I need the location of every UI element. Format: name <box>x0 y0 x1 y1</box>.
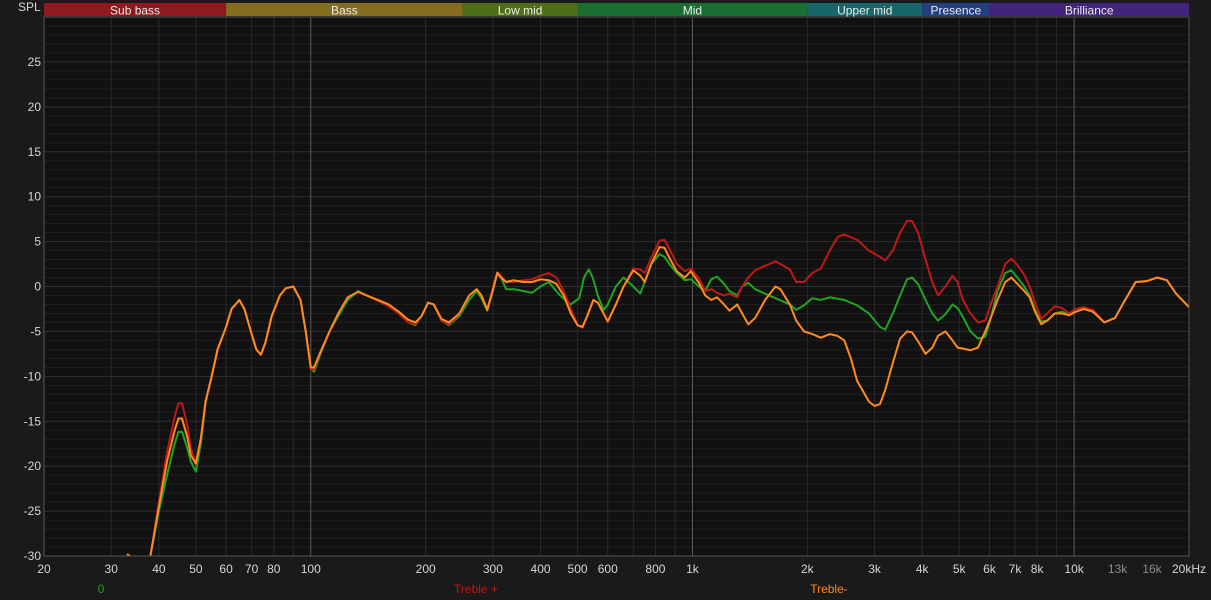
x-tick-label: 7k <box>1009 562 1023 576</box>
y-tick-label: -20 <box>24 459 42 473</box>
y-tick-label: -25 <box>24 504 42 518</box>
x-tick-label: 20 <box>37 562 51 576</box>
spl-chart: Sub bass Bass Low mid Mid Upper mid Presence B… <box>0 0 1211 600</box>
x-tick-label: 500 <box>568 562 588 576</box>
band-label: Brilliance <box>1065 4 1114 18</box>
y-tick-label: 5 <box>34 235 41 249</box>
y-tick-label: 15 <box>28 145 42 159</box>
x-tick-label: 100 <box>301 562 321 576</box>
x-tick-label: 20kHz <box>1172 562 1206 576</box>
band-label: Bass <box>331 4 358 18</box>
x-tick-label: 16k <box>1142 562 1162 576</box>
y-tick-label: 0 <box>34 280 41 294</box>
legend-item-treble: Treble- <box>810 582 848 596</box>
x-tick-label: 300 <box>483 562 503 576</box>
band-label: Sub bass <box>110 4 160 18</box>
x-tick-label: 80 <box>267 562 281 576</box>
band-label: Upper mid <box>837 4 892 18</box>
band-label: Mid <box>683 4 702 18</box>
y-tick-label: -10 <box>24 369 42 383</box>
x-tick-label: 4k <box>916 562 930 576</box>
x-tick-label: 3k <box>868 562 882 576</box>
x-tick-label: 600 <box>598 562 618 576</box>
x-tick-label: 10k <box>1064 562 1084 576</box>
y-tick-label: 10 <box>28 190 42 204</box>
y-tick-label: -5 <box>30 324 41 338</box>
y-tick-label: -30 <box>24 549 42 563</box>
x-tick-label: 13k <box>1108 562 1128 576</box>
legend-item-0: 0 <box>98 582 105 596</box>
y-tick-label: 20 <box>28 100 42 114</box>
y-axis-title: SPL <box>18 0 41 14</box>
band-label: Presence <box>930 4 981 18</box>
x-tick-label: 50 <box>189 562 203 576</box>
x-tick-label: 40 <box>152 562 166 576</box>
y-tick-label: 25 <box>28 55 42 69</box>
y-tick-label: -15 <box>24 414 42 428</box>
x-tick-label: 200 <box>416 562 436 576</box>
x-tick-label: 70 <box>245 562 259 576</box>
x-tick-label: 30 <box>105 562 119 576</box>
x-tick-label: 2k <box>801 562 815 576</box>
frequency-bands: Sub bass Bass Low mid Mid Upper mid Presence B… <box>44 3 1189 18</box>
x-tick-label: 8k <box>1031 562 1045 576</box>
x-tick-label: 1k <box>686 562 700 576</box>
x-tick-label: 800 <box>645 562 665 576</box>
x-tick-label: 6k <box>983 562 997 576</box>
legend-item-treble: Treble + <box>454 582 498 596</box>
x-tick-label: 5k <box>953 562 967 576</box>
x-tick-label: 60 <box>219 562 233 576</box>
x-tick-label: 400 <box>531 562 551 576</box>
band-label: Low mid <box>498 4 543 18</box>
